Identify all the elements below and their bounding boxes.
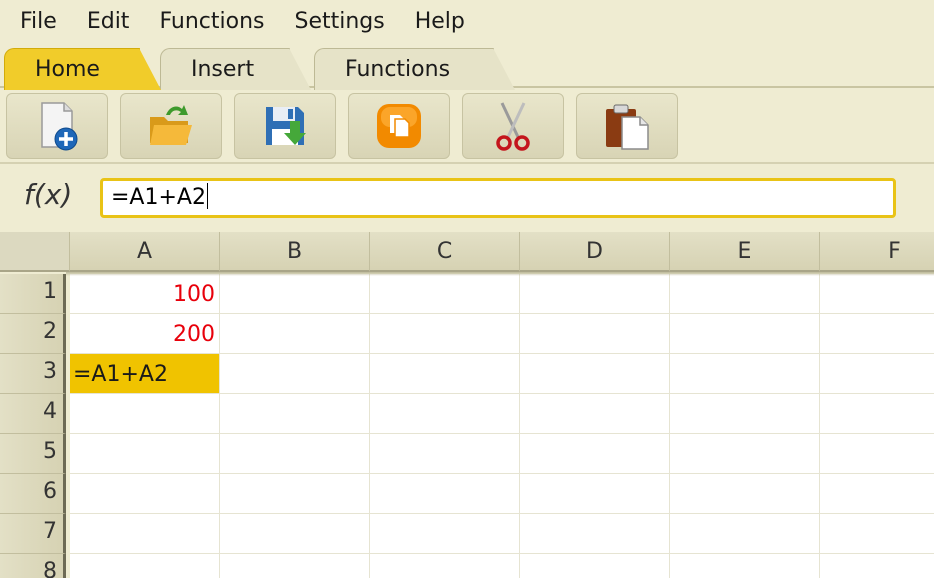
paste-button[interactable] (576, 93, 678, 159)
paste-icon (606, 104, 649, 150)
toolbar (0, 88, 934, 164)
copy-button[interactable] (348, 93, 450, 159)
row-header-2[interactable]: 2 (0, 314, 66, 354)
cell-b5[interactable] (220, 434, 370, 474)
text-caret (206, 183, 208, 209)
cell-a7[interactable] (70, 514, 220, 554)
row-header-7[interactable]: 7 (0, 514, 66, 554)
formula-input[interactable]: =A1+A2 (100, 178, 896, 218)
cell-d4[interactable] (520, 394, 670, 434)
cell-e8[interactable] (670, 554, 820, 578)
cell-c4[interactable] (370, 394, 520, 434)
cell-a8[interactable] (70, 554, 220, 578)
row-header-5[interactable]: 5 (0, 434, 66, 474)
function-label: f(x) (24, 178, 73, 211)
column-header-e[interactable]: E (670, 232, 820, 272)
cell-e6[interactable] (670, 474, 820, 514)
cell-d1[interactable] (520, 274, 670, 314)
row-header-1[interactable]: 1 (0, 274, 66, 314)
cell-c3[interactable] (370, 354, 520, 394)
cell-b6[interactable] (220, 474, 370, 514)
cell-d6[interactable] (520, 474, 670, 514)
row-header-4[interactable]: 4 (0, 394, 66, 434)
row-header-3[interactable]: 3 (0, 354, 66, 394)
menu-settings[interactable]: Settings (279, 0, 399, 44)
cell-e1[interactable] (670, 274, 820, 314)
formula-bar: f(x) =A1+A2 (0, 164, 934, 232)
cell-e2[interactable] (670, 314, 820, 354)
cell-d8[interactable] (520, 554, 670, 578)
cell-b8[interactable] (220, 554, 370, 578)
column-header-c[interactable]: C (370, 232, 520, 272)
menu-edit[interactable]: Edit (72, 0, 145, 44)
grid-top-shadow (66, 272, 934, 276)
cell-b3[interactable] (220, 354, 370, 394)
cell-b1[interactable] (220, 274, 370, 314)
save-icon (266, 107, 306, 145)
cell-a6[interactable] (70, 474, 220, 514)
copy-icon (377, 104, 421, 148)
menu-file[interactable]: File (0, 0, 72, 44)
cell-c7[interactable] (370, 514, 520, 554)
column-header-f[interactable]: F (820, 232, 934, 272)
cell-f3[interactable] (820, 354, 934, 394)
cell-b4[interactable] (220, 394, 370, 434)
cell-e5[interactable] (670, 434, 820, 474)
cell-c8[interactable] (370, 554, 520, 578)
menu-bar: File Edit Functions Settings Help (0, 0, 934, 44)
new-document-icon (41, 102, 78, 151)
cell-d2[interactable] (520, 314, 670, 354)
tab-home[interactable]: Home (4, 48, 161, 90)
cell-a3[interactable]: =A1+A2 (70, 354, 220, 394)
cell-e3[interactable] (670, 354, 820, 394)
cell-c5[interactable] (370, 434, 520, 474)
open-button[interactable] (120, 93, 222, 159)
formula-text: =A1+A2 (111, 185, 206, 210)
cell-f7[interactable] (820, 514, 934, 554)
open-folder-icon (150, 105, 192, 145)
cell-f2[interactable] (820, 314, 934, 354)
row-header-8[interactable]: 8 (0, 554, 66, 578)
cell-f8[interactable] (820, 554, 934, 578)
cell-a4[interactable] (70, 394, 220, 434)
cell-d7[interactable] (520, 514, 670, 554)
select-all-corner[interactable] (0, 232, 70, 272)
column-header-a[interactable]: A (70, 232, 220, 272)
cut-button[interactable] (462, 93, 564, 159)
column-header-b[interactable]: B (220, 232, 370, 272)
cell-d3[interactable] (520, 354, 670, 394)
cell-a5[interactable] (70, 434, 220, 474)
tab-insert[interactable]: Insert (160, 48, 311, 90)
column-header-d[interactable]: D (520, 232, 670, 272)
cell-c2[interactable] (370, 314, 520, 354)
spreadsheet-grid[interactable]: A B C D E F 1 100 2 200 3 =A1+A2 4 5 6 7 8 (0, 232, 934, 578)
ribbon-tabs: Home Insert Functions (0, 44, 934, 90)
cell-c1[interactable] (370, 274, 520, 314)
cell-e7[interactable] (670, 514, 820, 554)
cell-e4[interactable] (670, 394, 820, 434)
cell-f1[interactable] (820, 274, 934, 314)
menu-help[interactable]: Help (400, 0, 480, 44)
row-header-6[interactable]: 6 (0, 474, 66, 514)
new-document-button[interactable] (6, 93, 108, 159)
tab-functions[interactable]: Functions (314, 48, 515, 90)
cell-b7[interactable] (220, 514, 370, 554)
cell-c6[interactable] (370, 474, 520, 514)
scissors-icon (496, 102, 530, 151)
cell-a1[interactable]: 100 (70, 274, 220, 314)
cell-a2[interactable]: 200 (70, 314, 220, 354)
cell-f6[interactable] (820, 474, 934, 514)
cell-b2[interactable] (220, 314, 370, 354)
cell-d5[interactable] (520, 434, 670, 474)
cell-f5[interactable] (820, 434, 934, 474)
menu-functions[interactable]: Functions (144, 0, 279, 44)
save-button[interactable] (234, 93, 336, 159)
cell-f4[interactable] (820, 394, 934, 434)
